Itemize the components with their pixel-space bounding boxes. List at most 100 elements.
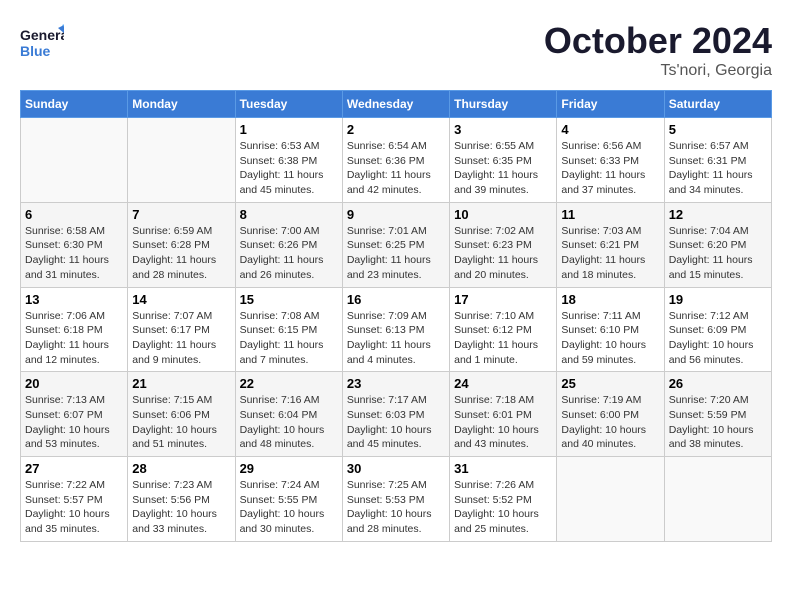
calendar-table: SundayMondayTuesdayWednesdayThursdayFrid…	[20, 90, 772, 542]
day-info: Sunrise: 7:12 AMSunset: 6:09 PMDaylight:…	[669, 309, 767, 368]
day-header-tuesday: Tuesday	[235, 91, 342, 118]
day-number: 30	[347, 461, 445, 476]
calendar-cell: 29Sunrise: 7:24 AMSunset: 5:55 PMDayligh…	[235, 457, 342, 542]
day-number: 15	[240, 292, 338, 307]
day-number: 1	[240, 122, 338, 137]
calendar-cell	[664, 457, 771, 542]
calendar-cell: 13 Sunrise: 7:06 AMSunset: 6:18 PMDayligh…	[21, 287, 128, 372]
calendar-cell: 31 Sunrise: 7:26 AMSunset: 5:52 PMDayligh…	[450, 457, 557, 542]
day-number: 10	[454, 207, 552, 222]
calendar-cell: 7 Sunrise: 6:59 AMSunset: 6:28 PMDaylight…	[128, 202, 235, 287]
calendar-cell: 18Sunrise: 7:11 AMSunset: 6:10 PMDayligh…	[557, 287, 664, 372]
calendar-cell: 1Sunrise: 6:53 AMSunset: 6:38 PMDaylight…	[235, 118, 342, 203]
day-info: Sunrise: 7:19 AMSunset: 6:00 PMDaylight:…	[561, 393, 659, 452]
calendar-body: 1Sunrise: 6:53 AMSunset: 6:38 PMDaylight…	[21, 118, 772, 542]
week-row-5: 27Sunrise: 7:22 AMSunset: 5:57 PMDayligh…	[21, 457, 772, 542]
week-row-3: 13 Sunrise: 7:06 AMSunset: 6:18 PMDayligh…	[21, 287, 772, 372]
day-info: Sunrise: 6:59 AMSunset: 6:28 PMDaylight:…	[132, 224, 230, 283]
day-info: Sunrise: 7:23 AMSunset: 5:56 PMDaylight:…	[132, 478, 230, 537]
calendar-cell: 3 Sunrise: 6:55 AMSunset: 6:35 PMDaylight…	[450, 118, 557, 203]
day-info: Sunrise: 7:07 AMSunset: 6:17 PMDaylight:…	[132, 309, 230, 368]
day-number: 3	[454, 122, 552, 137]
day-number: 28	[132, 461, 230, 476]
month-year: October 2024	[544, 20, 772, 62]
day-header-monday: Monday	[128, 91, 235, 118]
calendar-cell: 8Sunrise: 7:00 AMSunset: 6:26 PMDaylight…	[235, 202, 342, 287]
week-row-4: 20 Sunrise: 7:13 AMSunset: 6:07 PMDayligh…	[21, 372, 772, 457]
day-info: Sunrise: 7:04 AMSunset: 6:20 PMDaylight:…	[669, 224, 767, 283]
day-number: 4	[561, 122, 659, 137]
day-number: 11	[561, 207, 659, 222]
day-number: 7	[132, 207, 230, 222]
day-info: Sunrise: 7:18 AMSunset: 6:01 PMDaylight:…	[454, 393, 552, 452]
day-info: Sunrise: 7:10 AMSunset: 6:12 PMDaylight:…	[454, 309, 552, 368]
calendar-cell: 26 Sunrise: 7:20 AMSunset: 5:59 PMDayligh…	[664, 372, 771, 457]
calendar-cell: 30 Sunrise: 7:25 AMSunset: 5:53 PMDayligh…	[342, 457, 449, 542]
day-number: 27	[25, 461, 123, 476]
calendar-cell: 6 Sunrise: 6:58 AMSunset: 6:30 PMDaylight…	[21, 202, 128, 287]
day-number: 8	[240, 207, 338, 222]
day-info: Sunrise: 7:26 AMSunset: 5:52 PMDaylight:…	[454, 478, 552, 537]
day-number: 17	[454, 292, 552, 307]
day-info: Sunrise: 7:25 AMSunset: 5:53 PMDaylight:…	[347, 478, 445, 537]
day-number: 20	[25, 376, 123, 391]
calendar-cell: 17 Sunrise: 7:10 AMSunset: 6:12 PMDayligh…	[450, 287, 557, 372]
day-number: 5	[669, 122, 767, 137]
day-info: Sunrise: 7:13 AMSunset: 6:07 PMDaylight:…	[25, 393, 123, 452]
day-info: Sunrise: 7:02 AMSunset: 6:23 PMDaylight:…	[454, 224, 552, 283]
calendar-cell: 12 Sunrise: 7:04 AMSunset: 6:20 PMDayligh…	[664, 202, 771, 287]
calendar-cell	[557, 457, 664, 542]
day-info: Sunrise: 7:01 AMSunset: 6:25 PMDaylight:…	[347, 224, 445, 283]
day-number: 13	[25, 292, 123, 307]
day-number: 31	[454, 461, 552, 476]
day-info: Sunrise: 7:20 AMSunset: 5:59 PMDaylight:…	[669, 393, 767, 452]
day-number: 9	[347, 207, 445, 222]
location: Ts'nori, Georgia	[544, 62, 772, 80]
month-title: October 2024 Ts'nori, Georgia	[544, 20, 772, 80]
day-number: 18	[561, 292, 659, 307]
calendar-cell: 16 Sunrise: 7:09 AMSunset: 6:13 PMDayligh…	[342, 287, 449, 372]
calendar-cell: 11 Sunrise: 7:03 AMSunset: 6:21 PMDayligh…	[557, 202, 664, 287]
day-info: Sunrise: 7:03 AMSunset: 6:21 PMDaylight:…	[561, 224, 659, 283]
calendar-cell: 22 Sunrise: 7:16 AMSunset: 6:04 PMDayligh…	[235, 372, 342, 457]
day-info: Sunrise: 7:09 AMSunset: 6:13 PMDaylight:…	[347, 309, 445, 368]
calendar-cell: 24 Sunrise: 7:18 AMSunset: 6:01 PMDayligh…	[450, 372, 557, 457]
day-number: 26	[669, 376, 767, 391]
day-number: 2	[347, 122, 445, 137]
calendar-cell: 2 Sunrise: 6:54 AMSunset: 6:36 PMDaylight…	[342, 118, 449, 203]
day-info: Sunrise: 7:16 AMSunset: 6:04 PMDaylight:…	[240, 393, 338, 452]
day-number: 25	[561, 376, 659, 391]
days-header-row: SundayMondayTuesdayWednesdayThursdayFrid…	[21, 91, 772, 118]
calendar-cell: 21 Sunrise: 7:15 AMSunset: 6:06 PMDayligh…	[128, 372, 235, 457]
day-header-wednesday: Wednesday	[342, 91, 449, 118]
calendar-cell: 20 Sunrise: 7:13 AMSunset: 6:07 PMDayligh…	[21, 372, 128, 457]
day-number: 21	[132, 376, 230, 391]
day-number: 12	[669, 207, 767, 222]
calendar-cell: 4 Sunrise: 6:56 AMSunset: 6:33 PMDaylight…	[557, 118, 664, 203]
day-info: Sunrise: 6:54 AMSunset: 6:36 PMDaylight:…	[347, 139, 445, 198]
day-number: 14	[132, 292, 230, 307]
day-info: Sunrise: 7:17 AMSunset: 6:03 PMDaylight:…	[347, 393, 445, 452]
day-info: Sunrise: 7:15 AMSunset: 6:06 PMDaylight:…	[132, 393, 230, 452]
day-info: Sunrise: 7:24 AMSunset: 5:55 PMDaylight:…	[240, 478, 338, 537]
calendar-cell: 15Sunrise: 7:08 AMSunset: 6:15 PMDayligh…	[235, 287, 342, 372]
day-info: Sunrise: 6:57 AMSunset: 6:31 PMDaylight:…	[669, 139, 767, 198]
day-number: 6	[25, 207, 123, 222]
day-header-saturday: Saturday	[664, 91, 771, 118]
day-number: 16	[347, 292, 445, 307]
day-info: Sunrise: 6:56 AMSunset: 6:33 PMDaylight:…	[561, 139, 659, 198]
day-number: 23	[347, 376, 445, 391]
day-info: Sunrise: 6:58 AMSunset: 6:30 PMDaylight:…	[25, 224, 123, 283]
calendar-cell: 23 Sunrise: 7:17 AMSunset: 6:03 PMDayligh…	[342, 372, 449, 457]
calendar-cell: 14 Sunrise: 7:07 AMSunset: 6:17 PMDayligh…	[128, 287, 235, 372]
day-number: 22	[240, 376, 338, 391]
calendar-cell: 19Sunrise: 7:12 AMSunset: 6:09 PMDayligh…	[664, 287, 771, 372]
svg-text:Blue: Blue	[20, 43, 51, 59]
day-number: 24	[454, 376, 552, 391]
day-info: Sunrise: 6:55 AMSunset: 6:35 PMDaylight:…	[454, 139, 552, 198]
day-info: Sunrise: 7:06 AMSunset: 6:18 PMDaylight:…	[25, 309, 123, 368]
calendar-cell: 27Sunrise: 7:22 AMSunset: 5:57 PMDayligh…	[21, 457, 128, 542]
day-header-sunday: Sunday	[21, 91, 128, 118]
week-row-2: 6 Sunrise: 6:58 AMSunset: 6:30 PMDaylight…	[21, 202, 772, 287]
logo-icon: General Blue	[20, 20, 64, 64]
